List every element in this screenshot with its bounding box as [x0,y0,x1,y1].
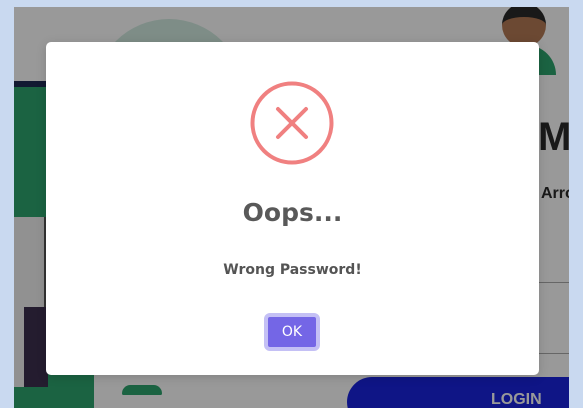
window-border-right [569,0,583,408]
error-dialog: Oops... Wrong Password! OK [46,42,539,375]
dialog-message: Wrong Password! [223,262,362,278]
screen: M Arro LOGIN Oops... Wrong Password! OK [0,0,583,408]
window-border-left [0,0,14,408]
error-x-icon [250,81,334,165]
dialog-title: Oops... [242,198,343,227]
ok-button[interactable]: OK [264,313,320,351]
window-border-top [0,0,583,7]
